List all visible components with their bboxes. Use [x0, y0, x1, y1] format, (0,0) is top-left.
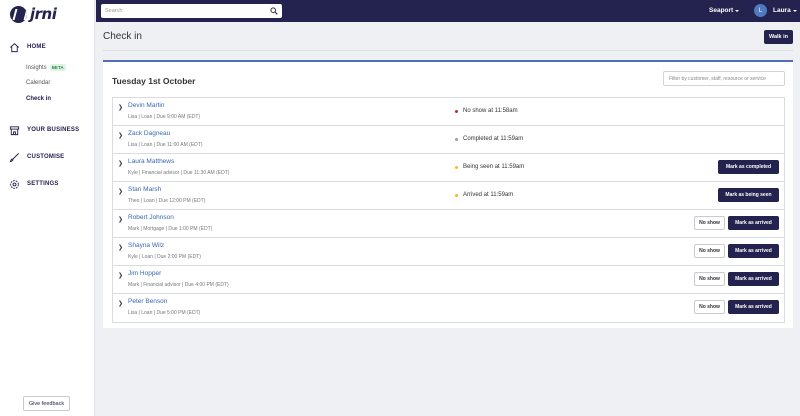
nav-settings[interactable]: SETTINGS [8, 178, 59, 190]
header-divider [103, 50, 793, 51]
sidebar-item-label: Calendar [26, 80, 51, 86]
gear-icon [8, 178, 20, 190]
chevron-right-icon[interactable]: ❯ [118, 188, 123, 195]
status-dot [455, 109, 458, 113]
appointment-meta: Mark | Financial advisor | Due 4:00 PM (… [128, 282, 229, 288]
nav-home[interactable]: HOME [8, 41, 46, 53]
walk-in-button[interactable]: Walk in [764, 30, 793, 44]
sidebar: jrni HOME Insights BETA Calendar Check i… [0, 0, 95, 416]
brush-icon [8, 151, 20, 163]
no-show-button[interactable]: No show [694, 272, 725, 286]
status-dot [455, 193, 458, 197]
chevron-down-icon [735, 9, 740, 12]
search-icon[interactable] [270, 7, 278, 15]
filter-input[interactable] [663, 71, 785, 86]
appointment-meta: Lisa | Loan | Due 11:00 AM (EDT) [128, 142, 203, 148]
status-text: Completed at 11:59am [463, 136, 524, 142]
nav-settings-label: SETTINGS [27, 181, 59, 187]
chevron-right-icon[interactable]: ❯ [118, 244, 123, 251]
customer-name[interactable]: Devin Martin [128, 102, 164, 109]
top-bar: Seaport L Laura [96, 0, 800, 22]
status-dot [455, 165, 458, 169]
mark-as-arrived-button[interactable]: Mark as arrived [728, 300, 779, 314]
appointment-meta: Lisa | Loan | Due 5:00 PM (EDT) [128, 310, 201, 316]
beta-badge: BETA [49, 64, 66, 71]
sidebar-item-label: Check in [26, 96, 52, 102]
brand-logo[interactable]: jrni [10, 4, 57, 24]
nav-your-business-label: YOUR BUSINESS [27, 127, 80, 133]
mark-as-arrived-button[interactable]: Mark as arrived [728, 216, 779, 230]
chevron-right-icon[interactable]: ❯ [118, 132, 123, 139]
mark-as-completed-button[interactable]: Mark as completed [718, 160, 779, 174]
location-dropdown[interactable]: Seaport [709, 7, 740, 14]
customer-name[interactable]: Robert Johnson [128, 214, 174, 221]
status: Being seen at 11:59am [455, 164, 524, 170]
customer-name[interactable]: Peter Benson [128, 298, 167, 305]
status-text: Being seen at 11:59am [463, 164, 525, 170]
location-label: Seaport [709, 7, 734, 14]
user-menu[interactable]: Laura [773, 7, 797, 14]
date-heading: Tuesday 1st October [112, 76, 196, 86]
status-text: No show at 11:58am [463, 108, 518, 114]
page-title: Check in [103, 31, 142, 42]
customer-name[interactable]: Stan Marsh [128, 186, 161, 193]
customer-name[interactable]: Shayna Wilz [128, 242, 164, 249]
status: No show at 11:58am [455, 108, 518, 114]
sidebar-item-insights[interactable]: Insights BETA [26, 64, 66, 71]
search-box [101, 4, 282, 18]
appointment-meta: Theo | Loan | Due 12:00 PM (EDT) [128, 198, 206, 204]
customer-name[interactable]: Laura Matthews [128, 158, 174, 165]
table-row: ❯ Shayna Wilz Kyle | Loan | Due 2:00 PM … [113, 238, 784, 266]
table-row: ❯ Peter Benson Lisa | Loan | Due 5:00 PM… [113, 294, 784, 322]
no-show-button[interactable]: No show [694, 300, 725, 314]
table-row: ❯ Laura Matthews Kyle | Financial adviso… [113, 154, 784, 182]
nav-customise-label: CUSTOMISE [27, 154, 65, 160]
appointment-meta: Kyle | Financial advisor | Due 11:30 AM … [128, 170, 230, 176]
brand-name: jrni [30, 5, 57, 23]
avatar[interactable]: L [754, 4, 767, 17]
chevron-down-icon [792, 9, 797, 12]
no-show-button[interactable]: No show [694, 244, 725, 258]
home-icon [8, 41, 20, 53]
sidebar-item-check-in[interactable]: Check in [26, 96, 51, 102]
give-feedback-button[interactable]: Give feedback [23, 396, 70, 411]
check-in-card: Tuesday 1st October ❯ Devin Martin Lisa … [103, 60, 793, 328]
chevron-right-icon[interactable]: ❯ [118, 216, 123, 223]
status-text: Arrived at 11:59am [463, 192, 514, 198]
search-input[interactable] [105, 5, 265, 17]
status: Arrived at 11:59am [455, 192, 513, 198]
table-row: ❯ Jim Hopper Mark | Financial advisor | … [113, 266, 784, 294]
mark-as-arrived-button[interactable]: Mark as arrived [728, 244, 779, 258]
mark-as-arrived-button[interactable]: Mark as arrived [728, 272, 779, 286]
table-row: ❯ Zack Dagneau Lisa | Loan | Due 11:00 A… [113, 126, 784, 154]
store-icon [8, 124, 20, 136]
table-row: ❯ Devin Martin Lisa | Loan | Due 9:00 AM… [113, 98, 784, 126]
nav-your-business[interactable]: YOUR BUSINESS [8, 124, 79, 136]
status-dot [455, 137, 458, 141]
jrni-logo-icon [10, 5, 27, 23]
appointment-meta: Mark | Mortgage | Due 1:00 PM (EDT) [128, 226, 213, 232]
appointment-meta: Lisa | Loan | Due 9:00 AM (EDT) [128, 114, 201, 120]
nav-customise[interactable]: CUSTOMISE [8, 151, 64, 163]
sidebar-item-calendar[interactable]: Calendar [26, 80, 50, 86]
table-row: ❯ Robert Johnson Mark | Mortgage | Due 1… [113, 210, 784, 238]
mark-as-being-seen-button[interactable]: Mark as being seen [718, 188, 779, 202]
chevron-right-icon[interactable]: ❯ [118, 104, 123, 111]
chevron-right-icon[interactable]: ❯ [118, 272, 123, 279]
customer-name[interactable]: Zack Dagneau [128, 130, 170, 137]
chevron-right-icon[interactable]: ❯ [118, 300, 123, 307]
user-name: Laura [773, 7, 791, 14]
nav-home-label: HOME [27, 44, 46, 50]
chevron-right-icon[interactable]: ❯ [118, 160, 123, 167]
table-row: ❯ Stan Marsh Theo | Loan | Due 12:00 PM … [113, 182, 784, 210]
customer-name[interactable]: Jim Hopper [128, 270, 161, 277]
status: Completed at 11:59am [455, 136, 523, 142]
appointment-meta: Kyle | Loan | Due 2:00 PM (EDT) [128, 254, 201, 260]
appointment-list: ❯ Devin Martin Lisa | Loan | Due 9:00 AM… [112, 97, 785, 323]
sidebar-item-label: Insights [26, 64, 47, 71]
no-show-button[interactable]: No show [694, 216, 725, 230]
